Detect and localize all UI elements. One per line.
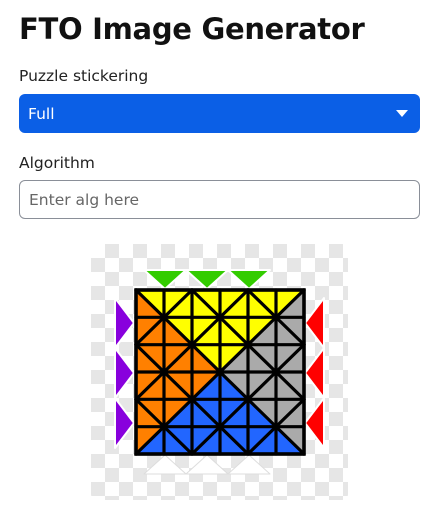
top-hint-sticker: [185, 269, 229, 290]
bottom-hint-sticker: [185, 454, 229, 475]
top-hint-sticker: [143, 269, 187, 290]
stickering-label: Puzzle stickering: [19, 67, 149, 85]
stickering-selected-value: Full: [28, 104, 55, 123]
algorithm-label: Algorithm: [19, 154, 95, 172]
left-hint-sticker: [114, 347, 135, 399]
page-title: FTO Image Generator: [19, 12, 365, 46]
fto-puzzle-image: [114, 269, 325, 475]
algorithm-input[interactable]: [19, 180, 420, 219]
top-hint-sticker: [227, 269, 271, 290]
left-hint-sticker: [114, 297, 135, 349]
right-hint-sticker: [304, 347, 325, 399]
puzzle-preview: [91, 244, 348, 500]
right-hint-sticker: [304, 397, 325, 449]
app-page: FTO Image Generator Puzzle stickering Fu…: [0, 0, 444, 516]
bottom-hint-sticker: [227, 454, 271, 475]
bottom-hint-sticker: [143, 454, 187, 475]
stickering-select[interactable]: Full: [19, 94, 420, 133]
right-hint-sticker: [304, 297, 325, 349]
left-hint-sticker: [114, 397, 135, 449]
chevron-down-icon: [396, 110, 408, 117]
